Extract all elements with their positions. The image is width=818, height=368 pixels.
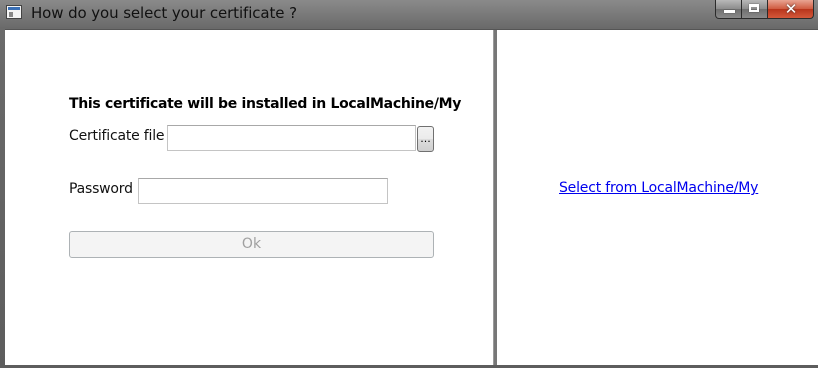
install-location-heading: This certificate will be installed in Lo… xyxy=(69,96,462,112)
app-window-icon[interactable] xyxy=(6,5,22,19)
minimize-icon xyxy=(724,10,735,13)
store-selection-pane: Select from LocalMachine/My xyxy=(497,30,818,365)
window-title: How do you select your certificate ? xyxy=(31,4,297,22)
select-from-store-link[interactable]: Select from LocalMachine/My xyxy=(559,180,758,196)
ok-button[interactable]: Ok xyxy=(69,231,434,258)
caption-buttons: ✕ xyxy=(715,0,814,20)
title-bar[interactable]: How do you select your certificate ? ✕ xyxy=(0,0,818,28)
password-input[interactable] xyxy=(138,178,388,204)
certificate-file-label: Certificate file : xyxy=(69,128,174,144)
file-selection-pane: This certificate will be installed in Lo… xyxy=(5,30,493,365)
maximize-icon xyxy=(749,4,759,12)
close-button[interactable]: ✕ xyxy=(768,0,814,19)
close-icon: ✕ xyxy=(784,0,798,18)
minimize-button[interactable] xyxy=(715,0,742,19)
dialog-client-area: This certificate will be installed in Lo… xyxy=(5,29,818,365)
maximize-button[interactable] xyxy=(742,0,768,19)
certificate-dialog-window: How do you select your certificate ? ✕ T… xyxy=(0,0,818,368)
password-label: Password : xyxy=(69,181,142,197)
certificate-file-input[interactable] xyxy=(167,125,416,151)
browse-button[interactable]: ... xyxy=(417,126,434,152)
